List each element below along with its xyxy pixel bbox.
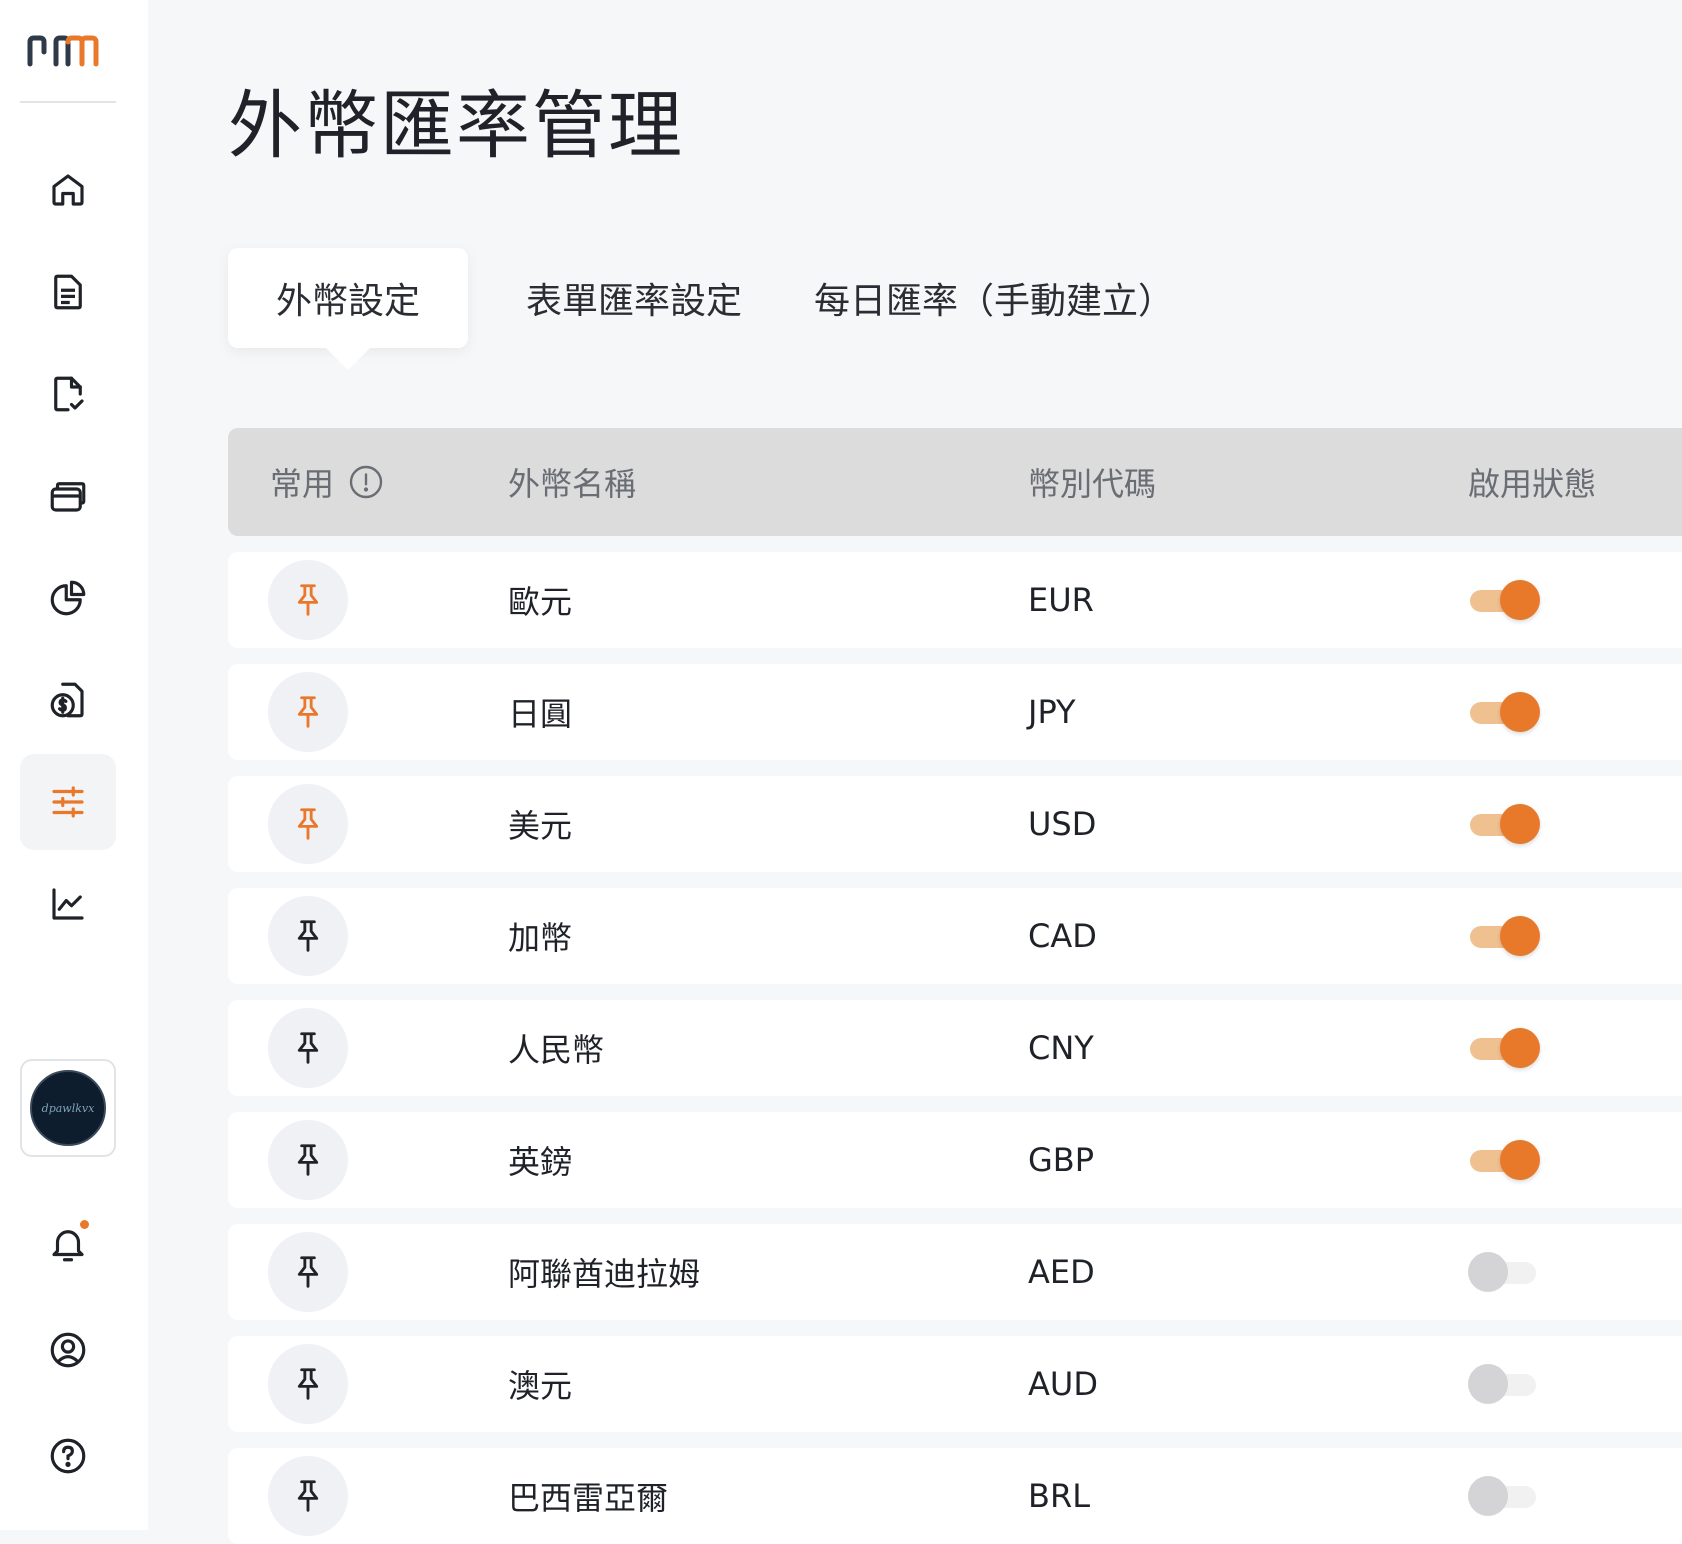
toggle-knob	[1468, 1252, 1508, 1292]
table-row: 人民幣 CNY	[228, 1000, 1682, 1096]
toggle-knob	[1500, 692, 1540, 732]
currency-code: AED	[1028, 1253, 1095, 1291]
header-enabled-status: 啟用狀態	[1468, 465, 1597, 503]
card-icon	[50, 482, 86, 512]
currency-name: 澳元	[508, 1367, 573, 1405]
currency-name: 人民幣	[508, 1031, 605, 1069]
nav-notifications[interactable]	[20, 1196, 116, 1292]
pin-icon	[297, 1144, 319, 1176]
toggle-knob	[1500, 916, 1540, 956]
pin-button[interactable]	[268, 1008, 348, 1088]
line-chart-icon	[52, 888, 84, 920]
info-icon[interactable]	[348, 464, 384, 500]
notification-dot	[80, 1220, 89, 1229]
pin-button[interactable]	[268, 1456, 348, 1536]
pin-button[interactable]	[268, 1344, 348, 1424]
user-circle-icon	[50, 1332, 86, 1368]
mm-logo[interactable]	[26, 30, 110, 74]
home-icon	[52, 174, 84, 206]
pie-chart-icon	[50, 580, 86, 616]
nav-reports[interactable]	[20, 550, 116, 646]
nav-settings[interactable]	[20, 754, 116, 850]
currency-code: CAD	[1028, 917, 1097, 955]
sliders-icon	[52, 786, 84, 818]
table-row: 加幣 CAD	[228, 888, 1682, 984]
enabled-toggle[interactable]	[1468, 1027, 1540, 1069]
dollar-doc-icon	[50, 682, 84, 718]
tab-daily-rate-manual[interactable]: 每日匯率（手動建立）	[814, 248, 1174, 348]
currency-name: 英鎊	[508, 1143, 573, 1181]
currency-code: GBP	[1028, 1141, 1095, 1179]
table-row: 美元 USD	[228, 776, 1682, 872]
sidebar: dpawlkvx	[0, 0, 148, 1530]
pin-icon	[297, 1032, 319, 1064]
nav-expenses[interactable]	[20, 652, 116, 748]
currency-code: JPY	[1028, 693, 1076, 731]
toggle-knob	[1500, 580, 1540, 620]
pin-icon	[297, 808, 319, 840]
pin-button[interactable]	[268, 560, 348, 640]
enabled-toggle[interactable]	[1468, 1139, 1540, 1181]
document-icon	[54, 274, 82, 310]
enabled-toggle[interactable]	[1468, 803, 1540, 845]
header-pinned: 常用	[270, 428, 384, 536]
currency-code: CNY	[1028, 1029, 1094, 1067]
enabled-toggle[interactable]	[1468, 691, 1540, 733]
table-row: 歐元 EUR	[228, 552, 1682, 648]
table-row: 日圓 JPY	[228, 664, 1682, 760]
currency-name: 日圓	[508, 695, 573, 733]
table-row: 阿聯酋迪拉姆 AED	[228, 1224, 1682, 1320]
table-header: 常用 外幣名稱 幣別代碼 啟用狀態	[228, 428, 1682, 536]
nav-cards[interactable]	[20, 448, 116, 544]
header-currency-code: 幣別代碼	[1028, 465, 1157, 503]
pin-button[interactable]	[268, 784, 348, 864]
currency-code: USD	[1028, 805, 1097, 843]
page-title: 外幣匯率管理	[228, 83, 684, 169]
pin-icon	[297, 1480, 319, 1512]
help-icon	[50, 1438, 86, 1474]
nav-documents[interactable]	[20, 244, 116, 340]
currency-code: EUR	[1028, 581, 1094, 619]
toggle-knob	[1500, 1140, 1540, 1180]
file-check-icon	[54, 376, 84, 412]
enabled-toggle[interactable]	[1468, 579, 1540, 621]
table-row: 英鎊 GBP	[228, 1112, 1682, 1208]
enabled-toggle[interactable]	[1468, 1475, 1540, 1517]
toggle-knob	[1500, 804, 1540, 844]
toggle-knob	[1468, 1364, 1508, 1404]
table-row: 澳元 AUD	[228, 1336, 1682, 1432]
enabled-toggle[interactable]	[1468, 1363, 1540, 1405]
nav-profile[interactable]	[20, 1302, 116, 1398]
pin-icon	[297, 1368, 319, 1400]
header-currency-name: 外幣名稱	[508, 465, 637, 503]
nav-home[interactable]	[20, 142, 116, 238]
nav-analytics[interactable]	[20, 856, 116, 952]
tab-form-rate-settings[interactable]: 表單匯率設定	[500, 248, 768, 348]
bell-icon	[52, 1230, 84, 1262]
enabled-toggle[interactable]	[1468, 915, 1540, 957]
pin-button[interactable]	[268, 1120, 348, 1200]
pin-icon	[297, 696, 319, 728]
logo-divider	[20, 101, 116, 103]
tab-currency-settings[interactable]: 外幣設定	[228, 248, 468, 370]
pin-button[interactable]	[268, 672, 348, 752]
header-pinned-label: 常用	[270, 465, 335, 503]
nav-approvals[interactable]	[20, 346, 116, 442]
nav-help[interactable]	[20, 1408, 116, 1504]
pin-button[interactable]	[268, 896, 348, 976]
currency-name: 加幣	[508, 919, 573, 957]
user-avatar-button[interactable]: dpawlkvx	[20, 1059, 116, 1157]
avatar: dpawlkvx	[30, 1070, 106, 1146]
toggle-knob	[1500, 1028, 1540, 1068]
pin-icon	[297, 920, 319, 952]
pin-icon	[297, 584, 319, 616]
enabled-toggle[interactable]	[1468, 1251, 1540, 1293]
currency-code: AUD	[1028, 1365, 1098, 1403]
currency-name: 阿聯酋迪拉姆	[508, 1255, 701, 1293]
pin-icon	[297, 1256, 319, 1288]
pin-button[interactable]	[268, 1232, 348, 1312]
currency-name: 美元	[508, 807, 573, 845]
currency-name: 歐元	[508, 583, 573, 621]
toggle-knob	[1468, 1476, 1508, 1516]
